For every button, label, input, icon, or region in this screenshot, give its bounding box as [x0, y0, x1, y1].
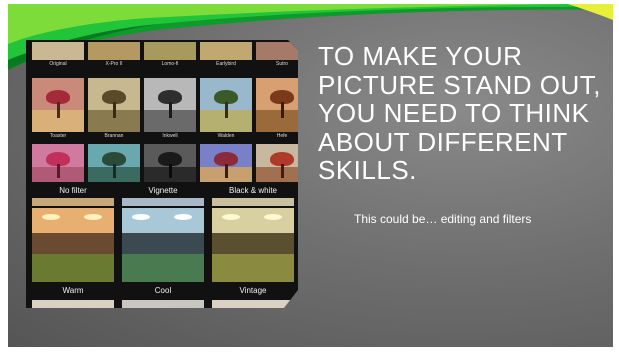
filter-thumb: Sutro	[256, 42, 298, 68]
stadium-cool-filter	[122, 208, 204, 282]
stadium-warm-filter	[32, 208, 114, 282]
filter-label: Walden	[217, 133, 235, 139]
filter-label: Toaster	[49, 133, 67, 139]
filter-thumb: Toaster	[32, 78, 84, 140]
filter-label: No filter	[59, 186, 87, 195]
filter-label: Original	[49, 61, 67, 67]
slide: Original X-Pro II Lomo-fi Earlybird Sutr…	[8, 4, 613, 347]
filter-thumb: Walden	[200, 78, 252, 140]
filter-thumb: Original	[32, 42, 84, 68]
filter-label: Sutro	[276, 61, 288, 67]
stadium-vintage-filter	[212, 208, 294, 282]
filter-label: Brannan	[104, 133, 124, 139]
filter-thumb: Brannan	[88, 78, 140, 140]
slide-subtitle: This could be… editing and filters	[354, 212, 532, 226]
filter-label: Earlybird	[216, 61, 236, 67]
filter-thumb: Lomo-fi	[144, 42, 196, 68]
filter-label: X-Pro II	[105, 61, 123, 67]
filter-label: Inkwell	[162, 133, 178, 139]
filter-label: Vignette	[148, 186, 178, 195]
filter-thumb: Inkwell	[144, 78, 196, 140]
filter-examples-collage: Original X-Pro II Lomo-fi Earlybird Sutr…	[26, 40, 298, 308]
filter-label: Cool	[154, 286, 172, 295]
filter-label: Lomo-fi	[161, 61, 179, 67]
filter-thumb	[200, 144, 252, 182]
filter-label: Warm	[62, 286, 84, 295]
filter-thumb	[256, 144, 298, 182]
filter-thumb: X-Pro II	[88, 42, 140, 68]
filter-thumb	[32, 144, 84, 182]
slide-title: TO MAKE YOUR PICTURE STAND OUT, YOU NEED…	[318, 41, 601, 185]
filter-thumb: Hefe	[256, 78, 298, 140]
filter-label: Hefe	[276, 133, 288, 139]
filter-thumb	[144, 144, 196, 182]
filter-thumb: Earlybird	[200, 42, 252, 68]
filter-thumb	[88, 144, 140, 182]
filter-label: Vintage	[239, 286, 267, 295]
filter-label: Black & white	[228, 186, 278, 195]
